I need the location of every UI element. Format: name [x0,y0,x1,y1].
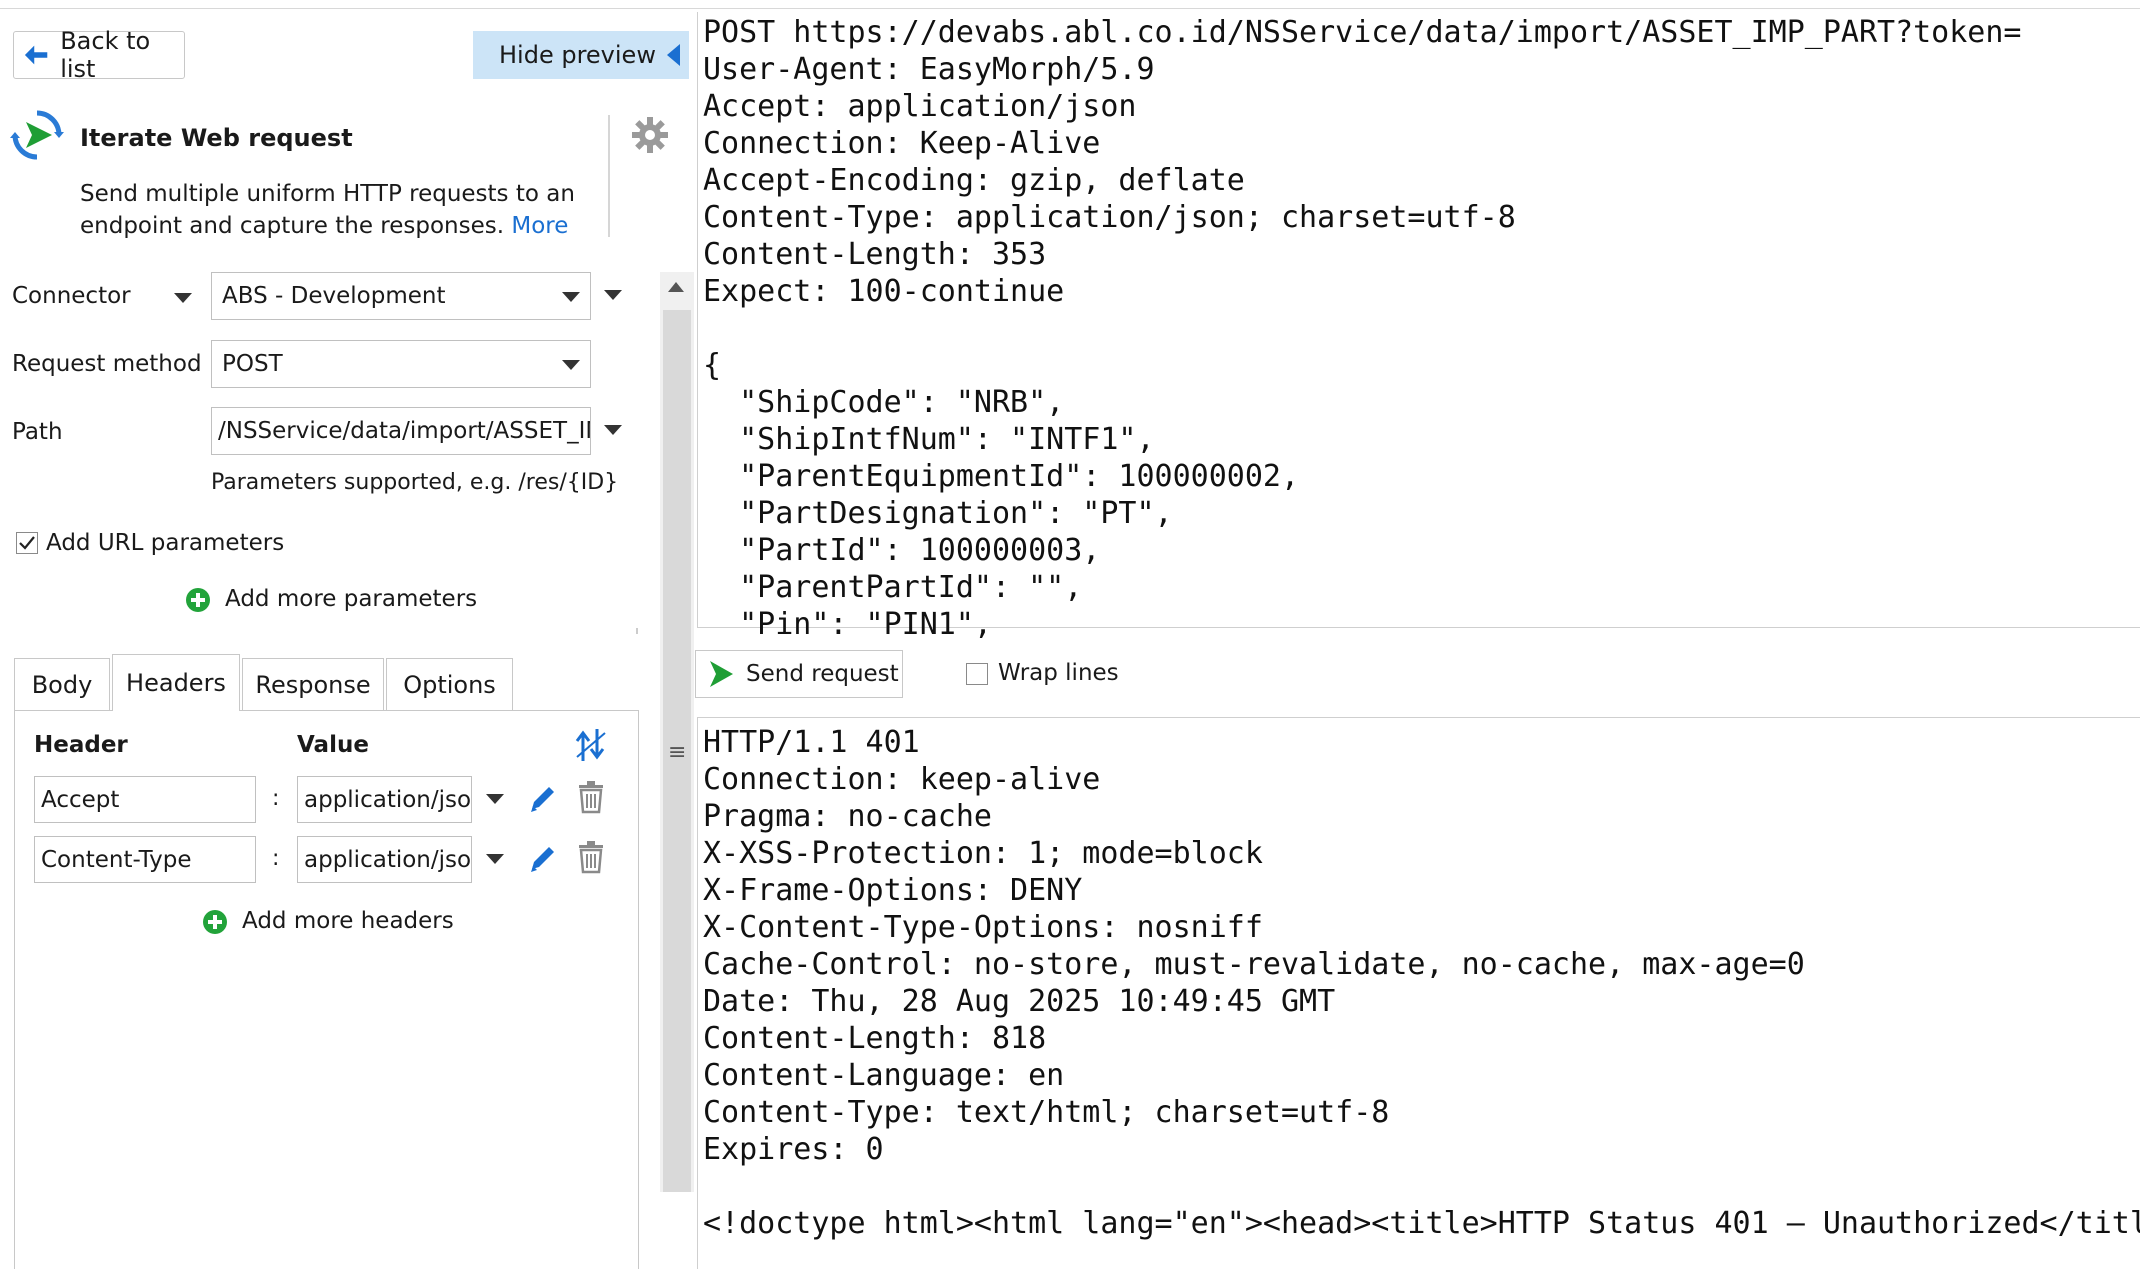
add-more-headers-label: Add more headers [242,908,454,934]
header-value-chevron-down-icon[interactable] [486,794,504,804]
pencil-icon[interactable] [528,783,558,815]
path-input[interactable]: /NSService/data/import/ASSET_IMP_PART [211,407,591,455]
add-url-parameters-checkbox[interactable] [16,532,38,554]
add-more-headers-button[interactable]: Add more headers [203,908,463,940]
send-request-label: Send request [746,661,899,687]
play-icon [710,661,733,687]
trash-icon[interactable] [576,780,606,814]
chevron-down-icon [562,292,580,302]
chevron-left-icon [667,44,680,66]
chevron-down-icon [562,360,580,370]
header-value-text: application/json [304,786,472,813]
response-preview-text: HTTP/1.1 401 Connection: keep-alive Prag… [703,725,2140,1241]
request-preview-text: POST https://devabs.abl.co.id/NSService/… [703,15,2022,642]
path-hint: Parameters supported, e.g. /res/{ID} [211,470,619,495]
tab-options-label: Options [403,670,496,699]
arrow-left-icon [24,45,48,65]
action-title: Iterate Web request [80,124,353,152]
header-name-value: Accept [41,786,120,813]
add-more-parameters-label: Add more parameters [225,586,478,612]
header-value-input[interactable]: application/json [297,836,472,883]
request-method-value: POST [222,351,283,377]
header-column-title: Header [34,732,128,758]
path-input-value: /NSService/data/import/ASSET_IMP_PART [218,418,590,444]
more-link[interactable]: More [511,213,568,239]
add-url-parameters-label: Add URL parameters [46,530,285,556]
hide-preview-label: Hide preview [499,41,656,69]
trash-icon[interactable] [576,840,606,874]
iterate-web-request-icon [10,110,64,160]
panel-divider-tick [636,628,638,634]
tab-response-label: Response [255,670,371,699]
tab-options[interactable]: Options [386,658,513,710]
plus-circle-icon [186,588,210,612]
request-preview-pane[interactable]: POST https://devabs.abl.co.id/NSService/… [697,12,2140,642]
header-divider [608,115,610,237]
splitter-grip-icon[interactable]: ≡ [668,740,686,765]
action-description-text: Send multiple uniform HTTP requests to a… [80,181,575,239]
hide-preview-button[interactable]: Hide preview [473,31,689,79]
header-name-value: Content-Type [41,846,192,873]
tab-body[interactable]: Body [14,658,110,710]
wrap-lines-checkbox[interactable] [966,663,988,685]
connector-select-value: ABS - Development [222,283,446,309]
request-method-select[interactable]: POST [211,340,591,388]
header-separator: : [272,786,280,811]
response-preview-pane[interactable]: HTTP/1.1 401 Connection: keep-alive Prag… [697,717,2140,1269]
connector-select[interactable]: ABS - Development [211,272,591,320]
tab-headers[interactable]: Headers [112,654,240,711]
header-separator: : [272,846,280,871]
pencil-icon[interactable] [528,843,558,875]
checkmark-icon [19,536,35,550]
connector-label: Connector [12,283,131,309]
value-column-title: Value [297,732,369,758]
header-value-chevron-down-icon[interactable] [486,854,504,864]
scroll-up-arrow-icon[interactable] [668,282,684,292]
back-to-list-button[interactable]: Back to list [13,27,185,83]
window-top-border [0,0,2140,9]
request-method-label: Request method [12,351,202,377]
connector-mode-chevron-down-icon[interactable] [174,293,192,303]
add-more-parameters-button[interactable]: Add more parameters [186,586,486,618]
path-options-chevron-down-icon[interactable] [604,425,622,435]
gear-icon[interactable] [630,115,670,155]
path-label: Path [12,419,63,445]
header-value-input[interactable]: application/json [297,776,472,823]
send-request-button[interactable]: Send request [695,650,903,698]
sort-arrows-icon[interactable] [573,727,609,763]
action-description: Send multiple uniform HTTP requests to a… [80,178,600,242]
tab-response[interactable]: Response [242,658,384,710]
connector-options-chevron-down-icon[interactable] [604,290,622,300]
back-to-list-label: Back to list [60,27,151,83]
plus-circle-icon [203,910,227,934]
header-value-text: application/json [304,846,472,873]
header-name-input[interactable]: Accept [34,776,256,823]
tab-body-label: Body [31,670,93,699]
wrap-lines-label: Wrap lines [998,660,1119,686]
header-name-input[interactable]: Content-Type [34,836,256,883]
tab-headers-label: Headers [126,669,226,697]
